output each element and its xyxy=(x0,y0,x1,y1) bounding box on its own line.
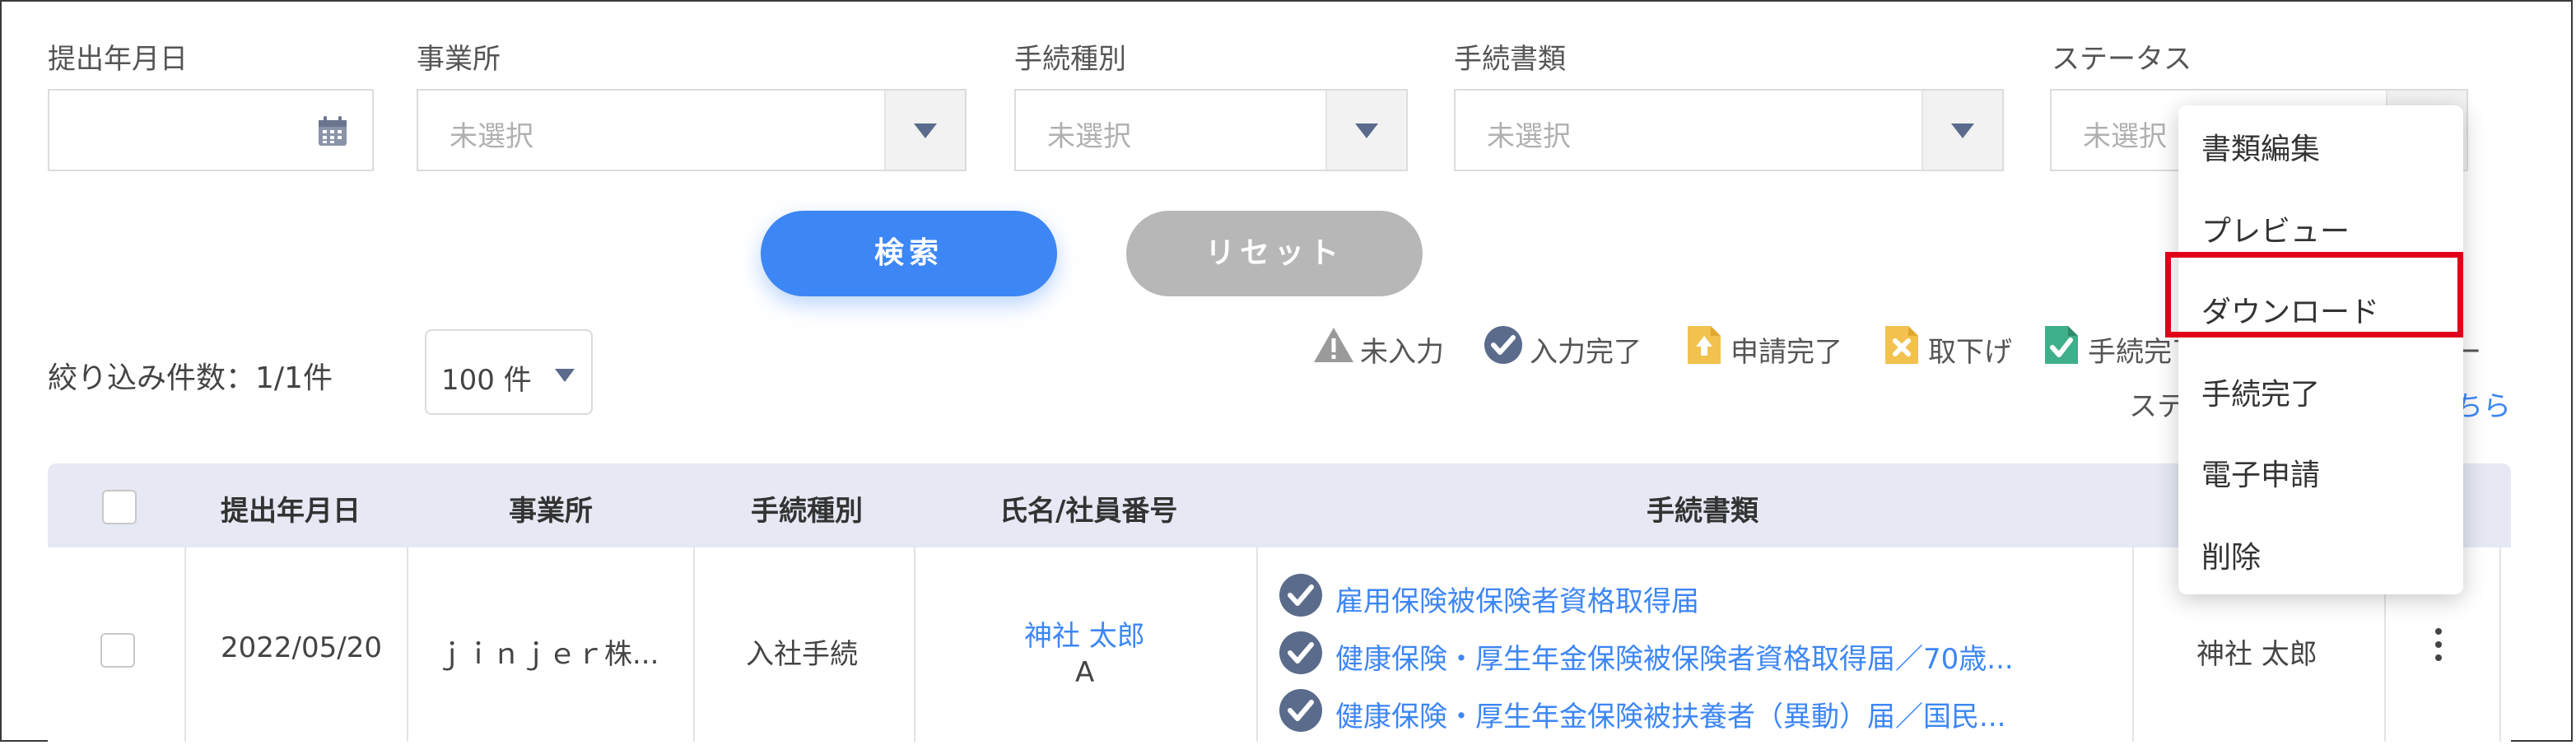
chevron-down-icon xyxy=(555,369,575,382)
menu-item-delete[interactable]: 削除 xyxy=(2201,533,2261,576)
reset-button[interactable]: リセット xyxy=(1126,211,1423,296)
column-procedure-docs[interactable]: 手続書類 xyxy=(1647,488,1758,528)
check-circle-icon xyxy=(1279,574,1322,617)
check-circle-icon xyxy=(1279,689,1322,732)
column-office[interactable]: 事業所 xyxy=(509,488,593,528)
document-item[interactable]: 健康保険・厚生年金保険被保険者資格取得届／70歳... xyxy=(1278,630,2126,679)
status-description-link[interactable]: ちら xyxy=(2455,384,2511,424)
check-circle-icon xyxy=(1484,326,1522,364)
document-upload-icon xyxy=(1688,326,1721,364)
procedure-docs-select[interactable]: 未選択 xyxy=(1454,89,2004,171)
table-header: 提出年月日 事業所 手続種別 氏名/社員番号 手続書類 xyxy=(48,463,2511,547)
procedure-type-label: 手続種別 xyxy=(1014,43,1126,76)
document-item[interactable]: 雇用保険被保険者資格取得届 xyxy=(1278,572,2126,622)
procedure-docs-select-value: 未選択 xyxy=(1487,120,1571,153)
chevron-down-icon xyxy=(914,123,937,138)
office-select-value: 未選択 xyxy=(450,120,533,153)
status-description-fragment: ステ xyxy=(2129,390,2185,423)
more-options-icon[interactable] xyxy=(2435,628,2442,668)
office-select[interactable]: 未選択 xyxy=(417,89,967,171)
menu-item-edit-documents[interactable]: 書類編集 xyxy=(2201,125,2320,168)
status-label: ステータス xyxy=(2052,43,2192,76)
calendar-icon[interactable] xyxy=(316,115,349,148)
document-item[interactable]: 健康保険・厚生年金保険被扶養者（異動）届／国民... xyxy=(1278,687,2126,737)
per-page-value: 100 件 xyxy=(441,364,532,397)
procedure-type-select[interactable]: 未選択 xyxy=(1014,89,1408,171)
procedure-docs-label: 手続書類 xyxy=(1454,43,1566,76)
row-context-menu: 書類編集 プレビュー ダウンロード 手続完了 電子申請 削除 xyxy=(2178,105,2463,594)
document-check-icon xyxy=(2045,326,2078,364)
warning-icon xyxy=(1314,328,1353,362)
column-submit-date[interactable]: 提出年月日 xyxy=(221,488,361,528)
chevron-down-icon xyxy=(1355,123,1378,138)
row-submit-date: 2022/05/20 xyxy=(221,631,382,664)
chevron-down-icon xyxy=(1951,123,1974,138)
submit-date-input[interactable] xyxy=(48,89,374,171)
row-employee-name[interactable]: 神社 太郎 xyxy=(1024,613,1145,654)
menu-item-complete-procedure[interactable]: 手続完了 xyxy=(2201,370,2320,413)
office-label: 事業所 xyxy=(417,43,501,76)
row-employee-no: A xyxy=(1075,656,1095,689)
menu-item-electronic-application[interactable]: 電子申請 xyxy=(2201,451,2320,494)
search-button[interactable]: 検索 xyxy=(761,211,1057,296)
download-highlight-box xyxy=(2165,252,2463,338)
select-all-checkbox[interactable] xyxy=(102,490,137,524)
row-checkbox[interactable] xyxy=(100,633,135,668)
column-procedure-type[interactable]: 手続種別 xyxy=(751,488,863,528)
submit-date-label: 提出年月日 xyxy=(48,43,188,76)
table-row: 2022/05/20 ｊｉｎｊｅｒ株... 入社手続 神社 太郎 A 雇用保険被… xyxy=(48,547,2511,742)
row-office: ｊｉｎｊｅｒ株... xyxy=(436,638,659,671)
column-name-employee-no[interactable]: 氏名/社員番号 xyxy=(999,488,1177,528)
check-circle-icon xyxy=(1279,631,1322,674)
document-cancel-icon xyxy=(1885,326,1918,364)
row-assignee: 神社 太郎 xyxy=(2196,638,2317,671)
per-page-select[interactable]: 100 件 xyxy=(425,329,593,415)
procedure-type-select-toggle[interactable] xyxy=(1325,91,1406,170)
menu-item-preview[interactable]: プレビュー xyxy=(2201,207,2350,250)
status-select-value: 未選択 xyxy=(2083,120,2167,153)
office-select-toggle[interactable] xyxy=(884,91,965,170)
procedure-docs-select-toggle[interactable] xyxy=(1922,91,2002,170)
row-procedure-type: 入社手続 xyxy=(746,638,858,671)
procedure-type-select-value: 未選択 xyxy=(1047,120,1131,153)
result-count: 絞り込み件数：1/1件 xyxy=(48,361,333,395)
